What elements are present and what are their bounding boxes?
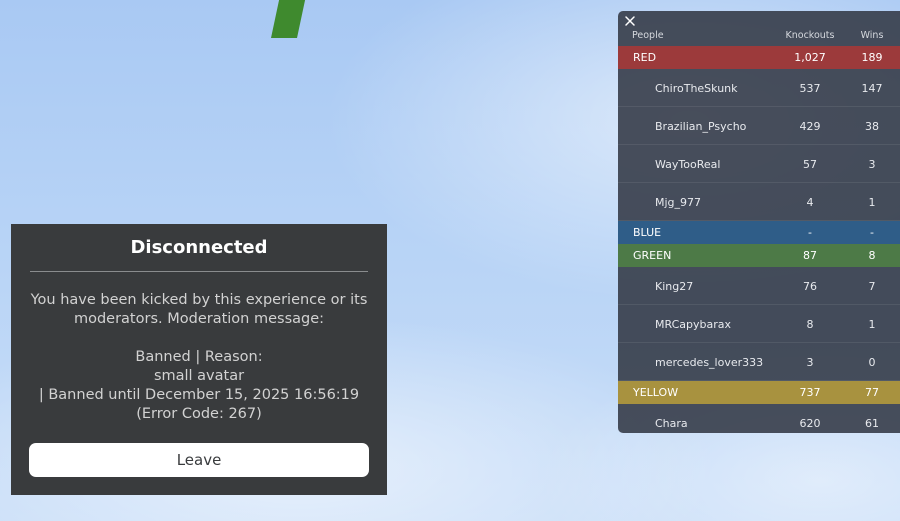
team-row-green: GREEN 87 8 bbox=[618, 244, 900, 267]
player-knockouts: 620 bbox=[799, 417, 821, 430]
ban-reason-label: Banned | Reason: bbox=[135, 349, 263, 365]
team-row-blue: BLUE - - bbox=[618, 221, 900, 244]
player-row[interactable]: Mjg_977 4 1 bbox=[618, 183, 900, 221]
player-wins: 147 bbox=[861, 82, 883, 95]
header-wins: Wins bbox=[860, 30, 884, 41]
player-name: WayTooReal bbox=[655, 158, 721, 171]
dialog-divider bbox=[30, 271, 368, 272]
player-knockouts: 8 bbox=[806, 318, 814, 331]
player-name: ChiroTheSkunk bbox=[655, 82, 738, 95]
player-knockouts: 429 bbox=[799, 120, 821, 133]
dialog-title: Disconnected bbox=[130, 237, 268, 258]
player-row[interactable]: MRCapybarax 8 1 bbox=[618, 305, 900, 343]
team-name: GREEN bbox=[633, 249, 672, 262]
team-knockouts: - bbox=[808, 226, 812, 239]
player-wins: 3 bbox=[868, 158, 876, 171]
team-row-yellow: YELLOW 737 77 bbox=[618, 381, 900, 404]
message-line: You have been kicked by this experience … bbox=[30, 292, 368, 308]
team-knockouts: 737 bbox=[799, 386, 821, 399]
team-row-red: RED 1,027 189 bbox=[618, 46, 900, 69]
leaderboard-panel: People Knockouts Wins RED 1,027 189 ChiroTh… bbox=[618, 11, 900, 433]
player-name: MRCapybarax bbox=[655, 318, 731, 331]
green-pole-object bbox=[271, 0, 306, 38]
player-knockouts: 76 bbox=[803, 280, 817, 293]
player-name: King27 bbox=[655, 280, 694, 293]
team-name: RED bbox=[633, 51, 657, 64]
team-knockouts: 87 bbox=[803, 249, 817, 262]
player-knockouts: 57 bbox=[803, 158, 817, 171]
team-wins: 189 bbox=[861, 51, 883, 64]
player-name: Mjg_977 bbox=[655, 196, 702, 209]
team-name: BLUE bbox=[633, 226, 662, 239]
player-name: Chara bbox=[655, 417, 688, 430]
message-line: moderators. Moderation message: bbox=[73, 311, 325, 327]
leaderboard-header: People Knockouts Wins bbox=[618, 28, 900, 46]
player-knockouts: 4 bbox=[806, 196, 814, 209]
player-row[interactable]: ChiroTheSkunk 537 147 bbox=[618, 69, 900, 107]
player-wins: 1 bbox=[868, 196, 876, 209]
player-row[interactable]: Brazilian_Psycho 429 38 bbox=[618, 107, 900, 145]
player-wins: 0 bbox=[868, 356, 876, 369]
leave-button[interactable]: Leave bbox=[29, 443, 369, 477]
player-wins: 1 bbox=[868, 318, 876, 331]
player-name: Brazilian_Psycho bbox=[655, 120, 747, 133]
header-knockouts: Knockouts bbox=[785, 30, 835, 41]
close-icon[interactable] bbox=[622, 13, 638, 29]
player-wins: 61 bbox=[865, 417, 879, 430]
team-wins: 8 bbox=[868, 249, 876, 262]
player-wins: 38 bbox=[865, 120, 879, 133]
player-row[interactable]: Chara 620 61 bbox=[618, 404, 900, 433]
team-knockouts: 1,027 bbox=[794, 51, 826, 64]
ban-until: | Banned until December 15, 2025 16:56:1… bbox=[38, 387, 360, 403]
player-row[interactable]: WayTooReal 57 3 bbox=[618, 145, 900, 183]
ban-reason: small avatar bbox=[153, 368, 245, 384]
player-knockouts: 3 bbox=[806, 356, 814, 369]
player-knockouts: 537 bbox=[799, 82, 821, 95]
error-code: (Error Code: 267) bbox=[136, 406, 262, 422]
dialog-message: You have been kicked by this experience … bbox=[25, 291, 373, 424]
leaderboard-rows: RED 1,027 189 ChiroTheSkunk 537 147 Brazilian_… bbox=[618, 46, 900, 433]
player-row[interactable]: mercedes_lover333 3 0 bbox=[618, 343, 900, 381]
player-wins: 7 bbox=[868, 280, 876, 293]
player-row[interactable]: King27 76 7 bbox=[618, 267, 900, 305]
team-name: YELLOW bbox=[633, 386, 679, 399]
team-wins: 77 bbox=[865, 386, 879, 399]
team-wins: - bbox=[870, 226, 874, 239]
player-name: mercedes_lover333 bbox=[655, 356, 764, 369]
disconnected-dialog: Disconnected You have been kicked by thi… bbox=[11, 224, 387, 495]
header-people: People bbox=[632, 30, 664, 41]
